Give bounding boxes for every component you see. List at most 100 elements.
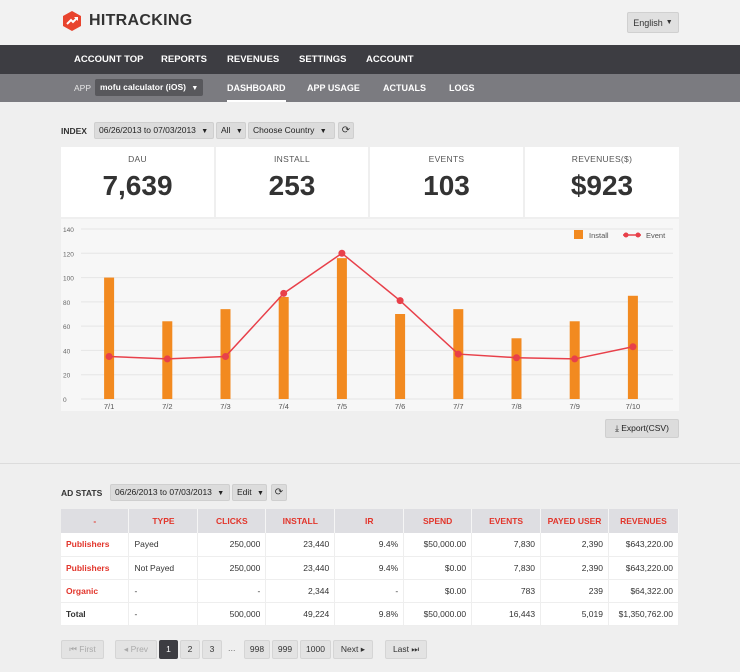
table-cell: $643,220.00 xyxy=(608,556,680,580)
refresh-button[interactable]: ⟳ xyxy=(338,122,354,139)
table-cell: 16,443 xyxy=(471,602,542,626)
prev-page-button[interactable]: ◂ Prev xyxy=(115,640,157,659)
app-select[interactable]: mofu calculator (iOS) ▼ xyxy=(95,79,203,96)
event-line xyxy=(109,252,634,360)
table-cell: 783 xyxy=(471,579,542,603)
page-button[interactable]: 2 xyxy=(180,640,200,659)
last-page-label: Last xyxy=(392,644,410,654)
language-select[interactable]: English ▼ xyxy=(627,12,679,33)
country-value: Choose Country xyxy=(253,125,315,135)
ad-stats-refresh-button[interactable]: ⟳ xyxy=(271,484,287,501)
stat-card-dau: DAU 7,639 xyxy=(61,147,214,217)
chart-svg: 0 20 40 60 80 100 120 140 7/1 7/2 7/3 7/4 7/5 7/6 7/7 7… xyxy=(63,227,673,411)
stat-label: DAU xyxy=(128,154,147,164)
tab-logs[interactable]: LOGS xyxy=(449,74,475,102)
column-header[interactable]: PAYED USER xyxy=(540,509,609,533)
table-cell: Payed xyxy=(128,533,199,557)
table-cell: 49,224 xyxy=(265,602,336,626)
column-header[interactable]: TYPE xyxy=(128,509,199,533)
column-header[interactable]: SPEND xyxy=(403,509,473,533)
chevron-down-icon: ▼ xyxy=(665,19,673,26)
first-page-button[interactable]: ⏮ First xyxy=(61,640,104,659)
tab-actuals[interactable]: ACTUALS xyxy=(383,74,426,102)
stat-card-install: INSTALL 253 xyxy=(216,147,368,217)
table-cell: 9.8% xyxy=(334,602,405,626)
x-tick-label: 7/3 xyxy=(220,402,230,411)
nav-settings[interactable]: SETTINGS xyxy=(299,45,347,74)
index-label: INDEX xyxy=(61,126,87,136)
x-tick-label: 7/7 xyxy=(453,402,463,411)
x-tick-label: 7/2 xyxy=(162,402,172,411)
stat-value: 253 xyxy=(268,170,316,201)
column-header[interactable]: - xyxy=(61,509,130,533)
column-header[interactable]: CLICKS xyxy=(197,509,267,533)
edit-select[interactable]: Edit ▼ xyxy=(232,484,267,501)
next-page-button[interactable]: Next ▸ xyxy=(333,640,373,659)
country-select[interactable]: Choose Country ▼ xyxy=(248,122,335,139)
logo[interactable]: HITRACKING xyxy=(61,10,192,32)
table-cell: 7,830 xyxy=(471,533,542,557)
last-page-icon: ⏭ xyxy=(411,644,420,654)
prev-page-label: Prev xyxy=(130,644,149,654)
event-point xyxy=(163,355,171,363)
page-button[interactable]: 3 xyxy=(202,640,222,659)
y-tick-label: 80 xyxy=(63,300,71,307)
nav-revenues[interactable]: REVENUES xyxy=(227,45,279,74)
table-row: Organic - - 2,344 - $0.00 783 239 $64,32… xyxy=(61,579,680,603)
table-cell: 2,344 xyxy=(265,579,336,603)
event-point xyxy=(338,249,346,257)
nav-reports[interactable]: REPORTS xyxy=(161,45,207,74)
x-tick-label: 7/10 xyxy=(626,402,641,411)
last-page-button[interactable]: Last ⏭ xyxy=(385,640,427,659)
table-cell: 7,830 xyxy=(471,556,542,580)
stat-value: $923 xyxy=(570,170,634,201)
table-cell: 9.4% xyxy=(334,556,405,580)
app-label: APP xyxy=(74,83,92,93)
download-icon: ⤓ xyxy=(615,423,619,433)
event-point xyxy=(280,289,288,297)
first-page-icon: ⏮ xyxy=(69,644,77,654)
install-bar xyxy=(336,258,347,399)
export-csv-button[interactable]: ⤓ Export(CSV) xyxy=(605,419,679,438)
chevron-down-icon: ▼ xyxy=(201,128,209,135)
column-header[interactable]: INSTALL xyxy=(265,509,336,533)
chevron-right-icon: ▸ xyxy=(360,644,366,654)
event-point xyxy=(571,355,579,363)
refresh-icon: ⟳ xyxy=(274,487,284,498)
y-tick-label: 140 xyxy=(63,227,74,234)
nav-account[interactable]: ACCOUNT xyxy=(366,45,414,74)
segment-select[interactable]: All ▼ xyxy=(216,122,246,139)
table-row-total: Total - 500,000 49,224 9.8% $50,000.00 1… xyxy=(61,602,680,626)
page-button-current[interactable]: 1 xyxy=(159,640,178,659)
table-cell: $643,220.00 xyxy=(608,533,680,557)
tab-app-usage[interactable]: APP USAGE xyxy=(307,74,360,102)
row-name-link[interactable]: Publishers xyxy=(61,533,130,557)
index-date-range-select[interactable]: 06/26/2013 to 07/03/2013 ▼ xyxy=(94,122,214,139)
table-cell: $50,000.00 xyxy=(403,602,473,626)
column-header[interactable]: IR xyxy=(334,509,405,533)
hitracking-logo-icon xyxy=(63,11,81,31)
install-bar xyxy=(395,314,406,399)
header: HITRACKING English ▼ xyxy=(0,0,740,45)
ad-stats-date-range-select[interactable]: 06/26/2013 to 07/03/2013 ▼ xyxy=(110,484,230,501)
table-cell: - xyxy=(334,579,405,603)
legend-install-label: Install xyxy=(589,231,609,240)
page-button[interactable]: 998 xyxy=(244,640,270,659)
tab-dashboard[interactable]: DASHBOARD xyxy=(227,74,286,102)
table-cell: $64,322.00 xyxy=(608,579,680,603)
row-name-link[interactable]: Publishers xyxy=(61,556,130,580)
y-tick-label: 60 xyxy=(63,324,71,331)
column-header[interactable]: REVENUES xyxy=(608,509,680,533)
event-point xyxy=(513,354,520,362)
chevron-down-icon: ▼ xyxy=(191,85,199,92)
page-button[interactable]: 1000 xyxy=(300,640,331,659)
nav-account-top[interactable]: ACCOUNT TOP xyxy=(74,45,144,74)
table-cell: Not Payed xyxy=(128,556,199,580)
table-row: Publishers Not Payed 250,000 23,440 9.4%… xyxy=(61,556,680,580)
column-header[interactable]: EVENTS xyxy=(471,509,542,533)
pagination-ellipsis: ... xyxy=(228,643,236,653)
chevron-down-icon: ▼ xyxy=(319,128,327,135)
ad-stats-label: AD STATS xyxy=(61,488,103,498)
page-button[interactable]: 999 xyxy=(272,640,298,659)
row-name-link[interactable]: Organic xyxy=(61,579,130,603)
